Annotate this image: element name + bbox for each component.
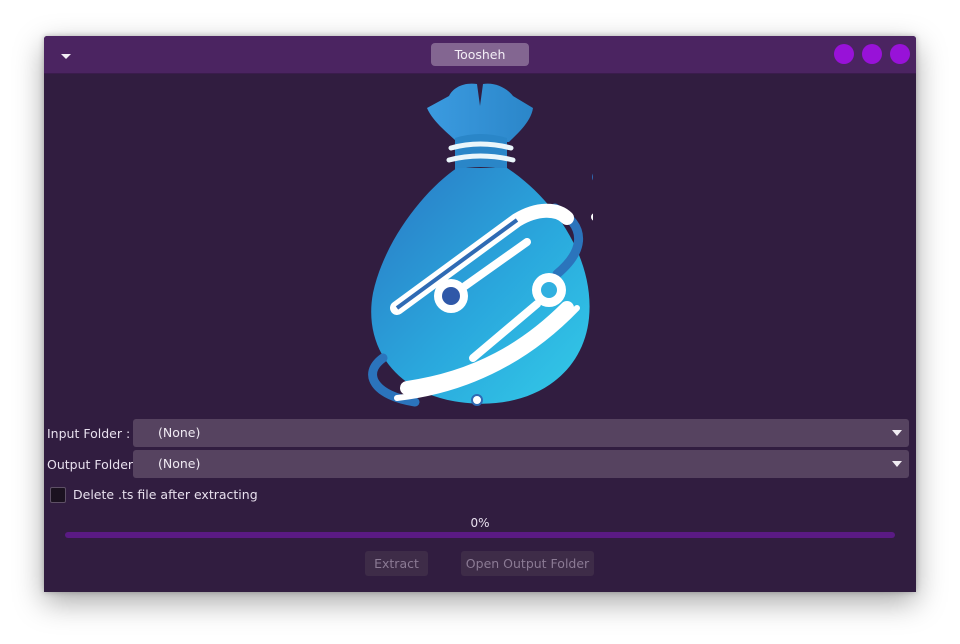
minimize-button[interactable] (834, 44, 854, 64)
delete-ts-label[interactable]: Delete .ts file after extracting (73, 487, 258, 503)
delete-ts-checkbox[interactable] (50, 487, 66, 503)
title-bar[interactable]: Toosheh (44, 36, 916, 74)
chevron-down-icon (892, 461, 902, 467)
open-output-folder-button[interactable]: Open Output Folder (461, 551, 594, 576)
chevron-down-icon (61, 54, 71, 59)
progress-percent: 0% (470, 516, 490, 530)
window-title: Toosheh (431, 43, 529, 66)
close-button[interactable] (890, 44, 910, 64)
output-folder-combo[interactable]: (None) (133, 450, 909, 478)
input-folder-value: (None) (158, 425, 201, 440)
extract-button[interactable]: Extract (365, 551, 428, 576)
input-folder-combo[interactable]: (None) (133, 419, 909, 447)
window-menu-button[interactable] (58, 48, 74, 62)
app-window: Toosheh Input Folder: (None) Output Fol… (44, 36, 916, 592)
input-folder-label: Input Folder : (47, 426, 131, 441)
toosheh-logo-icon (368, 83, 593, 407)
chevron-down-icon (892, 430, 902, 436)
output-folder-value: (None) (158, 456, 201, 471)
maximize-button[interactable] (862, 44, 882, 64)
output-folder-label: Output Folder : (47, 457, 142, 472)
progress-bar (65, 532, 895, 538)
